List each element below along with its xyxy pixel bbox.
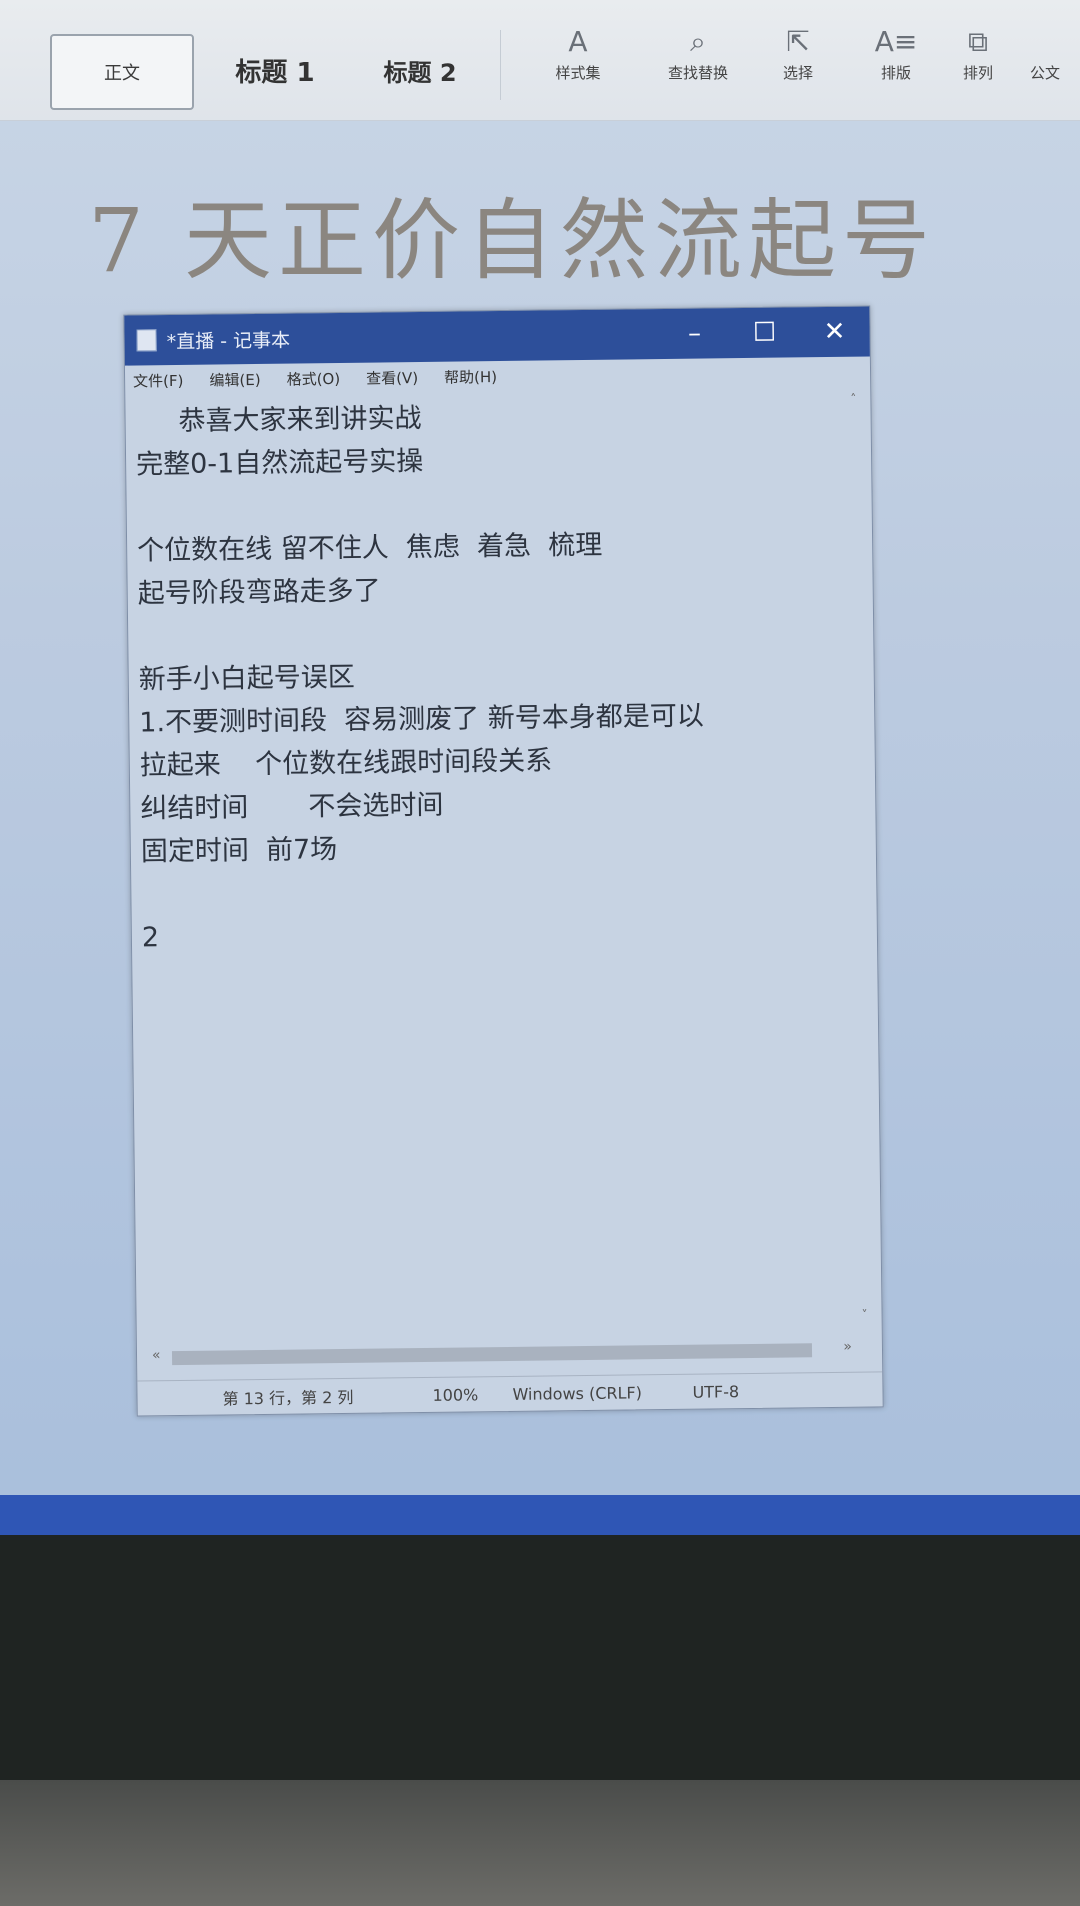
taskbar (0, 1495, 1080, 1535)
select-label: 选择 (782, 64, 813, 82)
official-doc-label: 公文 (1030, 64, 1061, 82)
line-ending: Windows (CRLF) (512, 1382, 643, 1404)
scroll-up-icon[interactable]: ˄ (850, 392, 856, 406)
cursor-position: 第 13 行，第 2 列 (222, 1387, 354, 1409)
menu-help[interactable]: 帮助(H) (444, 366, 497, 388)
monitor-screen: 正文 标题 1 标题 2 A 样式集 ⌕ 查找替换 ⇱ 选择 A≡ 排版 ⧉ 排… (0, 0, 1080, 1535)
scroll-left-icon[interactable]: « (152, 1347, 161, 1363)
menu-format[interactable]: 格式(O) (286, 367, 341, 389)
notepad-window[interactable]: *直播 - 记事本 – ☐ ✕ 文件(F) 编辑(E) 格式(O) 查看(V) … (123, 305, 884, 1417)
ribbon-toolbar: 正文 标题 1 标题 2 A 样式集 ⌕ 查找替换 ⇱ 选择 A≡ 排版 ⧉ 排… (0, 0, 1080, 121)
menu-view[interactable]: 查看(V) (366, 367, 418, 389)
scroll-down-icon[interactable]: ˅ (861, 1308, 867, 1322)
official-doc-icon (1030, 22, 1080, 62)
zoom-level: 100% (432, 1384, 479, 1405)
notepad-title: *直播 - 记事本 (166, 329, 291, 353)
menu-file[interactable]: 文件(F) (133, 369, 184, 391)
find-replace-label: 查找替换 (667, 64, 728, 82)
ribbon-divider (500, 30, 501, 100)
style-set-label: 样式集 (555, 64, 601, 82)
notepad-app-icon (136, 329, 157, 352)
minimize-icon[interactable]: – (659, 318, 729, 349)
maximize-icon[interactable]: ☐ (729, 317, 799, 348)
style-set-button[interactable]: A 样式集 (530, 22, 626, 83)
notepad-text-area[interactable]: 恭喜大家来到讲实战 完整0-1自然流起号实操 个位数在线 留不住人 焦虑 着急 … (135, 392, 846, 1330)
menu-edit[interactable]: 编辑(E) (209, 368, 260, 390)
notepad-titlebar[interactable]: *直播 - 记事本 – ☐ ✕ (124, 306, 870, 366)
select-button[interactable]: ⇱ 选择 (750, 22, 846, 83)
arrange-icon: ⧉ (968, 25, 988, 58)
text-line: 2 (141, 922, 160, 954)
desk-surface (0, 1780, 1080, 1906)
encoding: UTF-8 (692, 1381, 740, 1402)
layout-label: 排版 (880, 64, 911, 82)
find-replace-button[interactable]: ⌕ 查找替换 (650, 22, 746, 83)
cursor-select-icon: ⇱ (786, 25, 810, 58)
style-set-icon: A (568, 25, 588, 58)
official-doc-button[interactable]: 公文 (1030, 22, 1080, 83)
horizontal-scrollbar[interactable]: « » (152, 1339, 852, 1370)
vertical-scrollbar[interactable]: ˄ ˅ (850, 392, 875, 1322)
notepad-statusbar: 第 13 行，第 2 列 100% Windows (CRLF) UTF-8 (137, 1371, 883, 1416)
style-heading1-button[interactable]: 标题 1 (215, 34, 335, 106)
close-icon[interactable]: ✕ (799, 316, 869, 347)
horizontal-scroll-thumb[interactable] (171, 1343, 813, 1366)
arrange-label: 排列 (962, 64, 993, 82)
document-title: 7 天正价自然流起号 (88, 189, 936, 292)
style-heading2-button[interactable]: 标题 2 (370, 34, 470, 106)
arrange-button[interactable]: ⧉ 排列 (930, 22, 1026, 83)
scroll-right-icon[interactable]: » (843, 1339, 852, 1355)
style-normal-button[interactable]: 正文 (50, 34, 194, 110)
search-icon: ⌕ (690, 25, 706, 58)
